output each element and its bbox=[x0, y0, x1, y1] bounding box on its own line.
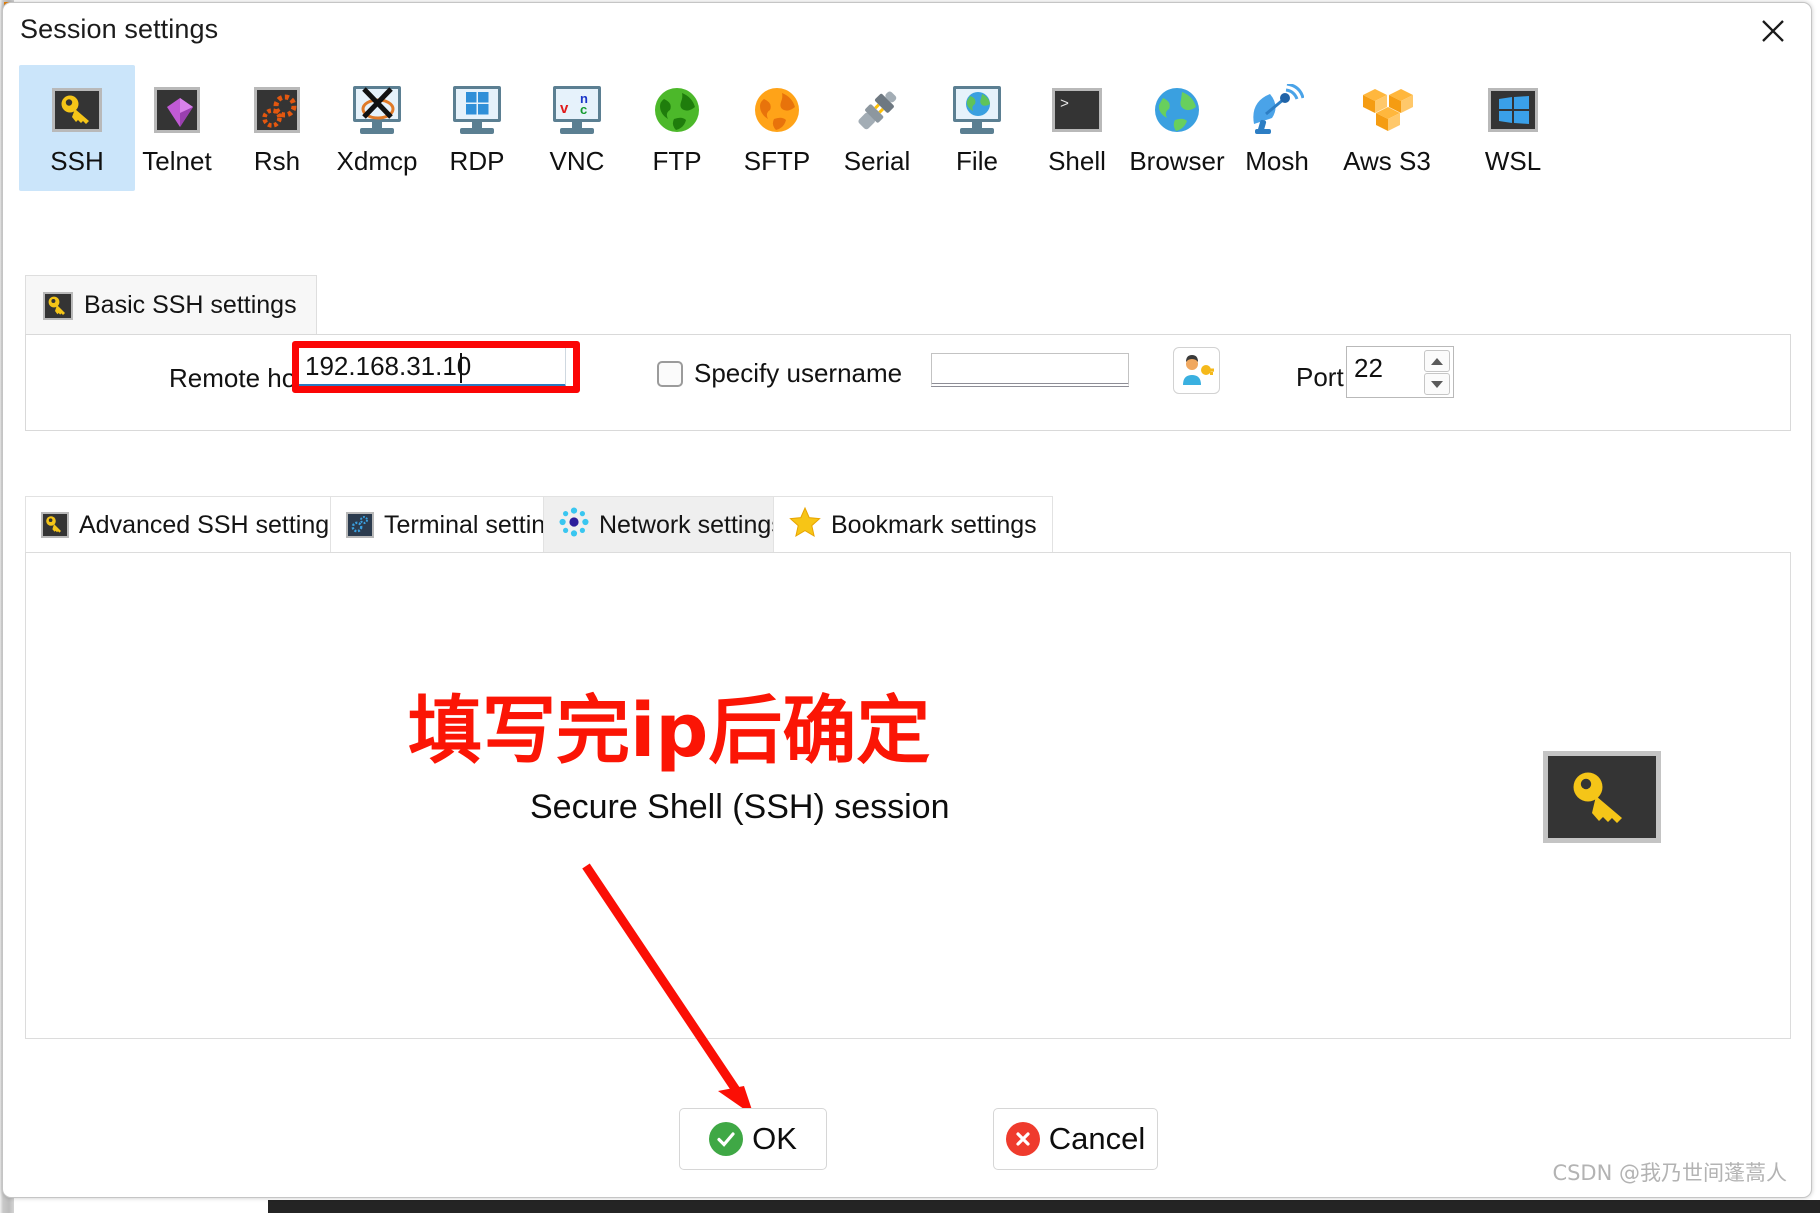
watermark: CSDN @我乃世间蓬蒿人 bbox=[1552, 1161, 1787, 1185]
protocol-file[interactable]: File bbox=[919, 65, 1035, 191]
check-circle-icon bbox=[709, 1122, 744, 1156]
cancel-button[interactable]: Cancel bbox=[993, 1108, 1158, 1170]
protocol-label: FTP bbox=[652, 146, 702, 176]
remote-host-field-wrap bbox=[296, 347, 566, 387]
dialog-title: Session settings bbox=[20, 14, 219, 44]
port-stepper bbox=[1346, 346, 1454, 398]
orange-globe-icon bbox=[752, 81, 802, 139]
protocol-label: VNC bbox=[549, 146, 605, 176]
protocol-rsh[interactable]: Rsh bbox=[219, 65, 335, 191]
chevron-down-icon[interactable] bbox=[1424, 373, 1450, 395]
protocol-label: Rsh bbox=[253, 146, 301, 176]
text-caret bbox=[460, 353, 462, 383]
protocol-ssh[interactable]: SSH bbox=[19, 65, 135, 191]
checkbox-box bbox=[657, 360, 683, 387]
blue-globe-icon bbox=[1152, 81, 1202, 139]
ok-label: OK bbox=[752, 1121, 797, 1156]
protocol-vnc[interactable]: v n c VNC bbox=[519, 65, 635, 191]
protocol-browser[interactable]: Browser bbox=[1119, 65, 1235, 191]
key-icon bbox=[1543, 751, 1661, 843]
tab-label: Network settings bbox=[599, 510, 784, 539]
key-icon bbox=[43, 291, 73, 320]
protocol-telnet[interactable]: Telnet bbox=[119, 65, 235, 191]
protocol-mosh[interactable]: Mosh bbox=[1219, 65, 1335, 191]
session-description: Secure Shell (SSH) session bbox=[530, 788, 950, 826]
protocol-toolbar: SSH Telnet Rsh Xdmcp RDP v n c VNC FTP S… bbox=[3, 59, 1813, 204]
basic-settings-tabstrip: Basic SSH settings bbox=[25, 275, 1791, 335]
username-input[interactable] bbox=[931, 353, 1129, 387]
x-monitor-icon bbox=[350, 81, 404, 139]
windows-tile-icon bbox=[1488, 81, 1538, 139]
protocol-label: Aws S3 bbox=[1343, 146, 1431, 176]
close-icon[interactable] bbox=[1751, 10, 1795, 52]
tab-bookmark-settings[interactable]: Bookmark settings bbox=[773, 496, 1053, 553]
tab-basic-ssh-settings[interactable]: Basic SSH settings bbox=[25, 275, 317, 335]
star-icon bbox=[789, 506, 821, 545]
aws-cubes-icon bbox=[1360, 81, 1414, 139]
terminal-icon: > bbox=[1052, 81, 1102, 139]
port-label: Port bbox=[1296, 362, 1344, 392]
basic-ssh-settings-panel: Remote host * Specify username bbox=[25, 334, 1791, 431]
settings-tabstrip: Advanced SSH settings Terminal settings bbox=[25, 496, 1791, 553]
tab-label: Bookmark settings bbox=[831, 510, 1037, 539]
globe-monitor-icon bbox=[950, 81, 1004, 139]
protocol-wsl[interactable]: WSL bbox=[1455, 65, 1571, 191]
key-icon bbox=[41, 512, 69, 538]
cancel-label: Cancel bbox=[1048, 1121, 1146, 1156]
session-settings-dialog: Session settings SSH Telnet Rsh Xdmcp RD… bbox=[2, 2, 1812, 1198]
protocol-ftp[interactable]: FTP bbox=[619, 65, 735, 191]
tab-advanced-ssh-settings[interactable]: Advanced SSH settings bbox=[25, 496, 358, 553]
terminal-gear-icon bbox=[346, 512, 374, 538]
cross-circle-icon bbox=[1005, 1122, 1040, 1156]
protocol-label: Xdmcp bbox=[336, 146, 418, 176]
chevron-up-icon[interactable] bbox=[1424, 350, 1450, 372]
background-taskbar-strip bbox=[268, 1200, 1820, 1213]
protocol-label: Serial bbox=[843, 146, 911, 176]
ok-button[interactable]: OK bbox=[679, 1108, 827, 1170]
protocol-label: Telnet bbox=[142, 146, 212, 176]
annotation-text-chinese: 填写完ip后确定 bbox=[408, 688, 931, 774]
tab-label: Advanced SSH settings bbox=[79, 510, 342, 539]
protocol-sftp[interactable]: SFTP bbox=[719, 65, 835, 191]
gears-icon bbox=[254, 81, 300, 139]
remote-host-input[interactable] bbox=[296, 347, 566, 387]
tab-label: Basic SSH settings bbox=[84, 291, 297, 319]
satellite-dish-icon bbox=[1250, 81, 1304, 139]
svg-text:v: v bbox=[560, 100, 569, 117]
protocol-xdmcp[interactable]: Xdmcp bbox=[319, 65, 435, 191]
svg-text:c: c bbox=[580, 102, 587, 117]
plug-icon bbox=[851, 81, 903, 139]
protocol-label: RDP bbox=[449, 146, 505, 176]
protocol-label: File bbox=[956, 146, 998, 176]
specify-username-label: Specify username bbox=[694, 358, 903, 388]
dialog-titlebar: Session settings bbox=[3, 3, 1811, 59]
protocol-rdp[interactable]: RDP bbox=[419, 65, 535, 191]
svg-text:>: > bbox=[1060, 96, 1069, 113]
protocol-serial[interactable]: Serial bbox=[819, 65, 935, 191]
protocol-label: Browser bbox=[1129, 146, 1225, 176]
gem-icon bbox=[154, 81, 200, 139]
key-icon bbox=[52, 81, 102, 139]
user-key-icon[interactable] bbox=[1173, 347, 1220, 394]
tab-network-settings[interactable]: Network settings bbox=[543, 496, 800, 553]
protocol-shell[interactable]: > Shell bbox=[1019, 65, 1135, 191]
protocol-label: Mosh bbox=[1245, 146, 1309, 176]
port-input[interactable] bbox=[1347, 347, 1425, 395]
protocol-label: Shell bbox=[1048, 146, 1106, 176]
protocol-aws-s3[interactable]: Aws S3 bbox=[1319, 65, 1455, 191]
vnc-monitor-icon: v n c bbox=[550, 81, 604, 139]
specify-username-checkbox[interactable]: Specify username bbox=[657, 358, 902, 389]
windows-monitor-icon bbox=[450, 81, 504, 139]
network-dots-icon bbox=[559, 507, 589, 544]
protocol-label: SFTP bbox=[743, 146, 811, 176]
protocol-label: SSH bbox=[50, 146, 104, 176]
green-globe-icon bbox=[652, 81, 702, 139]
protocol-label: WSL bbox=[1484, 146, 1542, 176]
